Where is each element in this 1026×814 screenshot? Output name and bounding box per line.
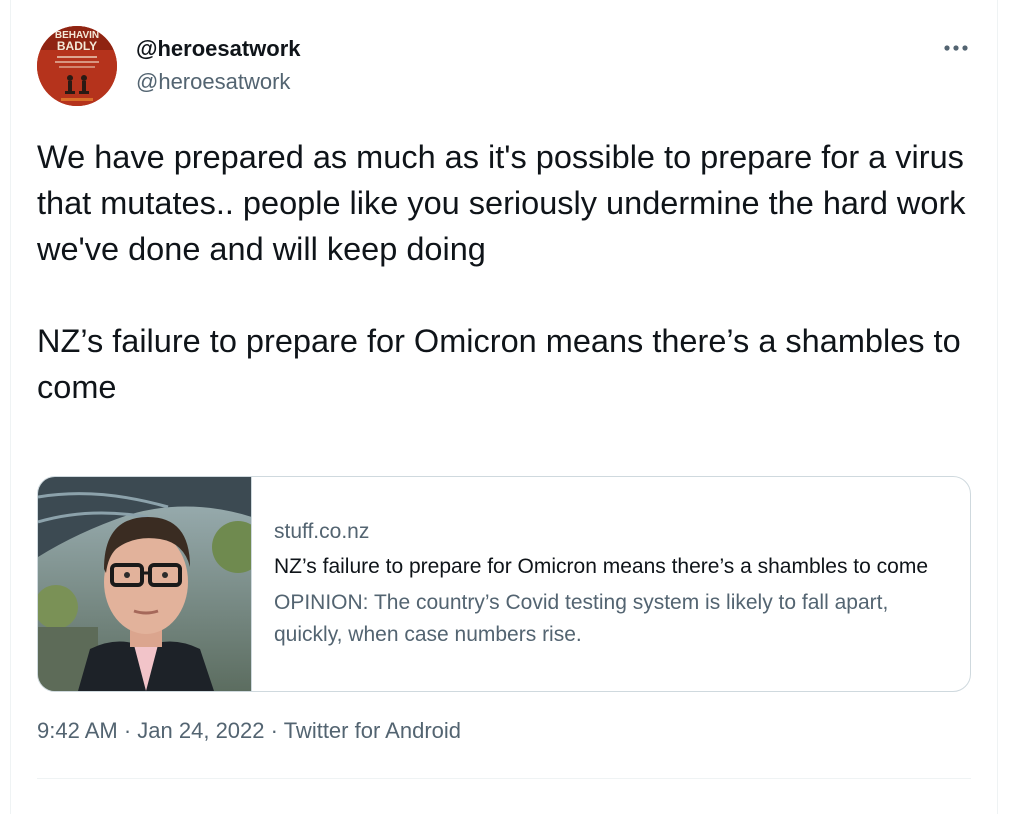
tweet-source-link[interactable]: Twitter for Android (284, 718, 461, 743)
article-photo-thumbnail-icon (38, 477, 251, 691)
tweet-detail-page: BEHAVIN BADLY @heroesatwork @heroesatwor… (0, 0, 1026, 814)
divider (37, 778, 971, 779)
card-title: NZ’s failure to prepare for Omicron mean… (274, 555, 929, 578)
card-description: OPINION: The country’s Covid testing sys… (274, 591, 889, 646)
more-horizontal-icon (944, 45, 968, 51)
more-options-button[interactable] (934, 30, 978, 66)
column-border-left (10, 0, 11, 814)
column-border-right (997, 0, 998, 814)
card-domain: stuff.co.nz (274, 520, 370, 543)
book-cover-avatar-icon: BEHAVIN BADLY (37, 26, 117, 106)
tweet-date-link[interactable]: Jan 24, 2022 (137, 718, 264, 743)
card-thumbnail (38, 477, 252, 691)
avatar-lettering-main: BADLY (57, 39, 97, 53)
author-username[interactable]: @heroesatwork (136, 69, 290, 95)
avatar[interactable]: BEHAVIN BADLY (37, 26, 117, 106)
meta-separator: · (270, 718, 278, 743)
tweet-time-link[interactable]: 9:42 AM (37, 718, 118, 743)
tweet-text: We have prepared as much as it's possibl… (37, 139, 966, 405)
link-preview-card[interactable]: stuff.co.nz NZ’s failure to prepare for … (37, 476, 971, 692)
meta-separator: · (123, 718, 132, 743)
author-display-name[interactable]: @heroesatwork (136, 36, 301, 62)
tweet-meta: 9:42 AM · Jan 24, 2022 · Twitter for And… (37, 718, 461, 744)
card-text-block: stuff.co.nz NZ’s failure to prepare for … (274, 517, 954, 651)
